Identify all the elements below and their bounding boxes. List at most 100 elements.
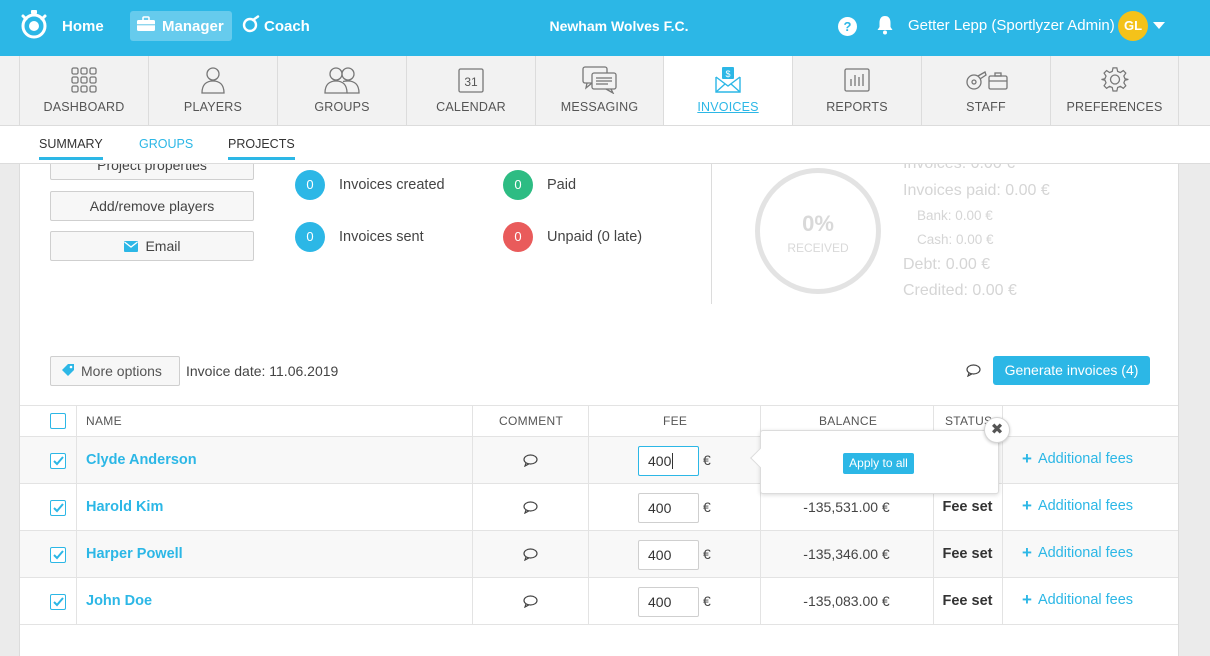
player-name[interactable]: Harper Powell	[86, 546, 183, 562]
sub-navigation: SUMMARY GROUPS PROJECTS	[0, 126, 1210, 164]
subtab-summary[interactable]: SUMMARY	[39, 137, 103, 160]
stat-label: Paid	[547, 177, 577, 193]
summary-invoices-paid: Invoices paid: 0.00 €	[903, 182, 1050, 199]
additional-fees-link[interactable]: + Additional fees	[1022, 591, 1134, 608]
chevron-down-icon[interactable]	[1153, 22, 1165, 29]
player-name[interactable]: Harold Kim	[86, 499, 163, 515]
email-button-label: Email	[145, 238, 181, 254]
stat-invoices-sent: 0 Invoices sent	[295, 222, 424, 252]
invoice-envelope-icon: $	[664, 66, 792, 94]
column-divider	[472, 405, 473, 625]
module-players[interactable]: PLAYERS	[148, 56, 277, 125]
player-name[interactable]: Clyde Anderson	[86, 452, 197, 468]
module-staff[interactable]: STAFF	[921, 56, 1050, 125]
bell-icon[interactable]	[876, 15, 894, 40]
module-calendar[interactable]: 31 CALENDAR	[406, 56, 535, 125]
email-button[interactable]: Email	[50, 231, 254, 261]
project-properties-button[interactable]: Project properties	[50, 164, 254, 180]
svg-text:31: 31	[464, 75, 478, 89]
stat-invoices-created: 0 Invoices created	[295, 170, 445, 200]
row-checkbox[interactable]	[50, 500, 66, 516]
module-label: DASHBOARD	[43, 100, 125, 114]
column-divider	[588, 405, 589, 625]
nav-home-label: Home	[62, 17, 104, 35]
subtab-groups[interactable]: GROUPS	[139, 137, 193, 157]
column-name: NAME	[86, 414, 122, 428]
count-badge: 0	[503, 170, 533, 200]
fee-input[interactable]: 400	[638, 493, 699, 523]
column-fee: FEE	[663, 414, 688, 428]
status-value: Fee set	[942, 546, 993, 562]
plus-icon: +	[1022, 543, 1032, 562]
more-options-label: More options	[81, 363, 162, 379]
apply-to-all-button[interactable]: Apply to all	[843, 453, 914, 474]
close-icon[interactable]: ✖	[984, 417, 1010, 443]
additional-fees-link[interactable]: + Additional fees	[1022, 449, 1134, 468]
comment-icon[interactable]	[523, 501, 538, 519]
subtab-projects[interactable]: PROJECTS	[228, 137, 295, 160]
comment-icon[interactable]	[966, 364, 981, 382]
select-all-checkbox[interactable]	[50, 413, 66, 429]
module-dashboard[interactable]: DASHBOARD	[19, 56, 148, 125]
additional-fees-label: Additional fees	[1037, 545, 1134, 561]
fee-input[interactable]: 400	[638, 540, 699, 570]
received-label: RECEIVED	[787, 241, 849, 255]
summary-invoices: Invoices: 0.00 €	[903, 164, 1015, 173]
envelope-icon	[123, 233, 138, 261]
module-invoices[interactable]: $ INVOICES	[663, 56, 792, 125]
module-messaging[interactable]: MESSAGING	[535, 56, 663, 125]
svg-text:$: $	[725, 69, 730, 79]
nav-coach[interactable]: Coach	[242, 11, 310, 41]
fee-input[interactable]: 400	[638, 446, 699, 476]
gear-icon	[1051, 66, 1178, 94]
row-checkbox[interactable]	[50, 453, 66, 469]
player-name[interactable]: John Doe	[86, 593, 152, 609]
fee-input[interactable]: 400	[638, 587, 699, 617]
table-row: Harold Kim 400 € -135,531.00 € Fee set +…	[20, 484, 1178, 531]
additional-fees-label: Additional fees	[1037, 451, 1134, 467]
currency-symbol: €	[703, 499, 711, 515]
column-comment: COMMENT	[499, 414, 564, 428]
stat-label: Invoices sent	[339, 229, 424, 245]
stat-label: Invoices created	[339, 177, 445, 193]
received-ring: 0% RECEIVED	[755, 168, 881, 294]
additional-fees-link[interactable]: + Additional fees	[1022, 496, 1133, 515]
user-name[interactable]: Getter Lepp (Sportlyzer Admin)	[908, 17, 1115, 34]
balance-value: -135,531.00 €	[803, 499, 890, 515]
module-reports[interactable]: REPORTS	[792, 56, 921, 125]
plus-icon: +	[1022, 449, 1032, 468]
invoice-project-panel: Project properties Add/remove players Em…	[19, 164, 1179, 656]
table-row: Harper Powell 400 € -135,346.00 € Fee se…	[20, 531, 1178, 578]
row-checkbox[interactable]	[50, 547, 66, 563]
plus-icon: +	[1022, 496, 1032, 515]
module-label: STAFF	[966, 100, 1006, 114]
more-options-button[interactable]: More options	[50, 356, 180, 386]
column-balance: BALANCE	[819, 414, 878, 428]
module-label: INVOICES	[697, 100, 759, 114]
generate-invoices-button[interactable]: Generate invoices (4)	[993, 356, 1150, 385]
module-groups[interactable]: GROUPS	[277, 56, 406, 125]
text-cursor	[672, 453, 674, 469]
whistle-icon	[242, 15, 260, 37]
invoice-date: Invoice date: 11.06.2019	[186, 363, 339, 379]
summary-credited: Credited: 0.00 €	[903, 282, 1017, 299]
comment-icon[interactable]	[523, 548, 538, 566]
nav-home[interactable]: Home	[18, 10, 104, 42]
nav-manager[interactable]: Manager	[130, 11, 232, 41]
help-icon[interactable]: ?	[838, 17, 857, 36]
table-row: John Doe 400 € -135,083.00 € Fee set + A…	[20, 578, 1178, 625]
divider	[711, 164, 712, 304]
avatar[interactable]: GL	[1118, 11, 1148, 41]
module-label: CALENDAR	[436, 100, 506, 114]
add-remove-players-button[interactable]: Add/remove players	[50, 191, 254, 221]
comment-icon[interactable]	[523, 454, 538, 472]
additional-fees-label: Additional fees	[1037, 592, 1134, 608]
comment-icon[interactable]	[523, 595, 538, 613]
module-preferences[interactable]: PREFERENCES	[1050, 56, 1179, 125]
currency-symbol: €	[703, 593, 711, 609]
row-checkbox[interactable]	[50, 594, 66, 610]
nav-manager-label: Manager	[162, 17, 224, 35]
summary-debt: Debt: 0.00 €	[903, 256, 991, 273]
additional-fees-link[interactable]: + Additional fees	[1022, 543, 1134, 562]
summary-cash: Cash: 0.00 €	[917, 232, 994, 247]
